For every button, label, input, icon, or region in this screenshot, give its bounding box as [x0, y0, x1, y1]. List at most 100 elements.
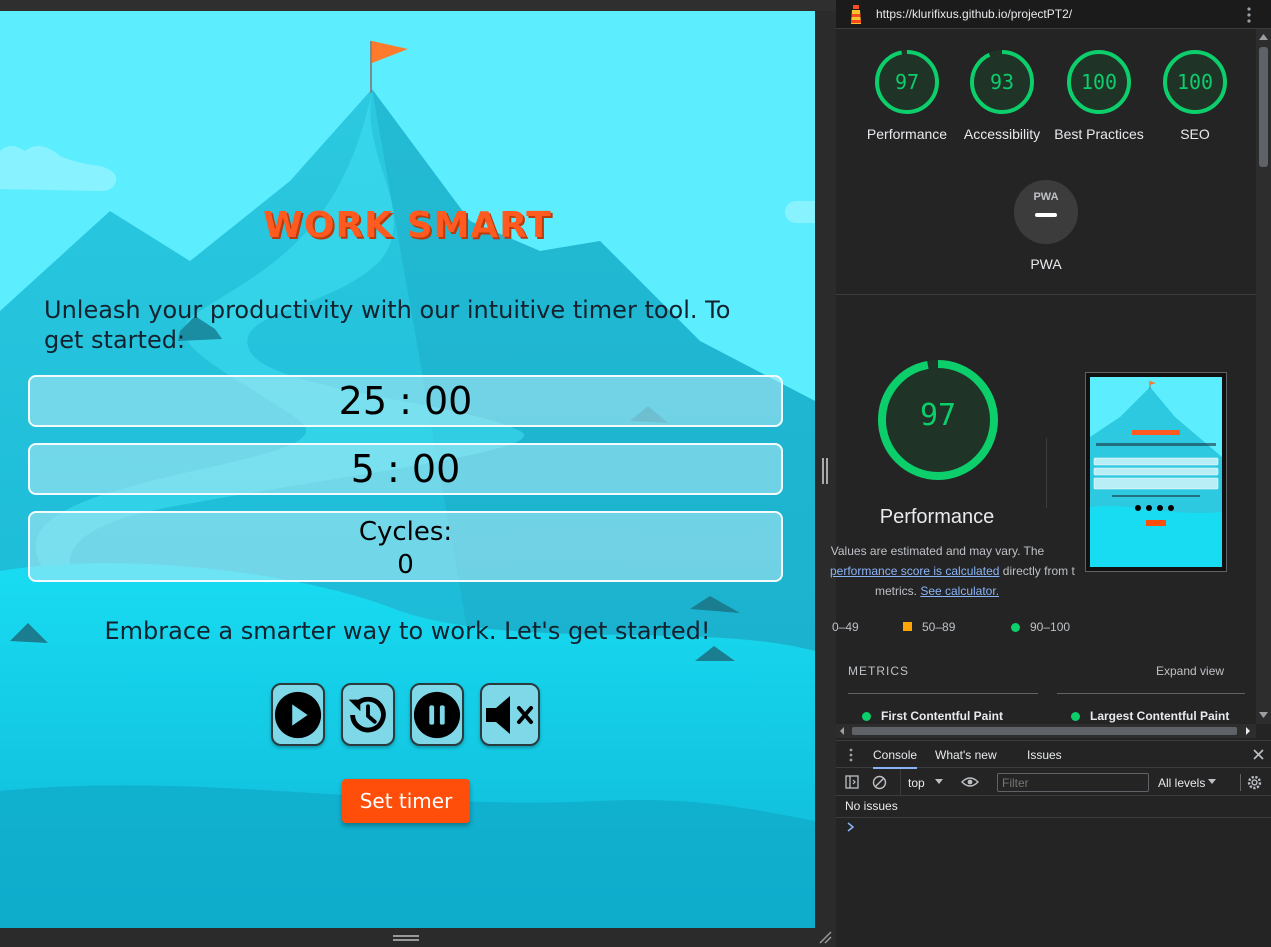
score-label: Accessibility	[963, 126, 1041, 142]
performance-big-score: 97	[919, 398, 957, 433]
toolbar-separator	[1240, 774, 1241, 791]
estimate-note-2-text: directly from these	[1002, 564, 1075, 578]
score-value: 100	[1176, 70, 1214, 94]
score-value: 93	[989, 70, 1015, 94]
chevron-down-icon	[935, 779, 943, 784]
context-value: top	[908, 776, 925, 790]
mute-button[interactable]	[480, 683, 540, 746]
estimate-note-2: performance score is calculated directly…	[830, 561, 1075, 581]
performance-big-label: Performance	[879, 506, 995, 528]
legend-average-label: 50–89	[922, 620, 956, 634]
cycles-value: 0	[397, 550, 414, 580]
context-selector[interactable]: top	[900, 769, 960, 796]
page-viewport: WORK SMART Unleash your productivity wit…	[0, 0, 836, 947]
tagline: Embrace a smarter way to work. Let's get…	[104, 617, 711, 645]
average-square-icon	[903, 622, 912, 631]
vertical-scrollbar[interactable]	[1256, 29, 1271, 724]
console-toolbar: top All levels	[836, 769, 1271, 796]
clear-console-icon[interactable]	[872, 775, 887, 790]
metrics-divider-right	[1057, 693, 1245, 694]
cycles-label: Cycles:	[358, 517, 453, 547]
pass-dot-icon	[1011, 623, 1020, 632]
pass-dot-icon	[1071, 712, 1080, 721]
tab-console[interactable]: Console	[873, 748, 918, 769]
reset-history-icon	[348, 696, 386, 732]
chevron-down-icon	[1208, 779, 1216, 784]
no-issues-text: No issues	[845, 799, 898, 813]
scroll-down-icon[interactable]	[1259, 711, 1268, 719]
pwa-gauge[interactable]: PWA	[1014, 180, 1078, 244]
sidebar-toggle-icon[interactable]	[845, 775, 859, 789]
corner-resize-grip-icon[interactable]	[818, 930, 832, 944]
work-timer-display[interactable]: 25 : 00	[28, 375, 783, 427]
break-timer-display[interactable]: 5 : 00	[28, 443, 783, 495]
page-title: WORK SMART	[263, 205, 552, 246]
more-options-icon[interactable]	[1244, 6, 1254, 24]
tab-whats-new[interactable]: What's new	[935, 748, 997, 762]
metrics-text: metrics.	[874, 584, 917, 598]
estimate-note-3: metrics. See calculator.	[836, 581, 1038, 601]
drawer-tabbar: Console What's new Issues	[836, 741, 1271, 769]
page-screenshot-thumbnail[interactable]	[1085, 372, 1227, 572]
viewport-top-strip	[0, 0, 836, 11]
metric-lcp-label: Largest Contentful Paint	[1090, 709, 1230, 723]
console-settings-gear-icon[interactable]	[1246, 774, 1263, 791]
score-value: 97	[894, 70, 920, 94]
pwa-dash-icon	[1035, 213, 1057, 217]
horizontal-scrollbar[interactable]	[836, 724, 1256, 738]
score-calculated-link[interactable]: performance score is calculated	[830, 564, 999, 578]
legend-fail: 0–49	[832, 620, 859, 634]
reset-button[interactable]	[341, 683, 395, 746]
set-timer-button[interactable]: Set timer	[342, 779, 470, 823]
score-label: Performance	[866, 126, 948, 142]
vertical-resize-grip-icon[interactable]	[822, 458, 828, 484]
metric-fcp-label: First Contentful Paint	[881, 709, 1003, 723]
pwa-label: PWA	[1030, 256, 1062, 272]
legend-pass: 90–100	[1011, 620, 1070, 634]
lighthouse-icon	[851, 5, 861, 24]
report-url[interactable]: https://klurifixus.github.io/projectPT2/	[876, 7, 1072, 21]
console-filter-input[interactable]	[997, 773, 1149, 792]
log-levels-dropdown[interactable]: All levels	[1156, 769, 1218, 796]
score-label: SEO	[1180, 126, 1210, 142]
horizontal-scroll-thumb[interactable]	[852, 727, 1237, 735]
tab-issues[interactable]: Issues	[1027, 748, 1062, 762]
horizontal-resize-grip-icon[interactable]	[393, 935, 419, 941]
drawer-menu-icon[interactable]	[848, 748, 854, 762]
devtools-panel: https://klurifixus.github.io/projectPT2/…	[830, 0, 1271, 947]
console-divider	[836, 817, 1271, 818]
mute-icon	[486, 695, 533, 734]
vertical-separator	[1046, 438, 1047, 508]
work-smart-page: WORK SMART Unleash your productivity wit…	[0, 11, 815, 928]
score-value: 100	[1080, 70, 1118, 94]
console-prompt-chevron-icon[interactable]	[847, 822, 855, 832]
legend-average: 50–89	[903, 620, 955, 634]
live-expression-eye-icon[interactable]	[961, 776, 979, 788]
console-drawer: Console What's new Issues top All	[836, 740, 1271, 947]
scroll-left-icon[interactable]	[838, 727, 846, 735]
play-button[interactable]	[271, 683, 325, 746]
play-icon	[274, 691, 322, 738]
legend-pass-label: 90–100	[1030, 620, 1071, 634]
lighthouse-report-header: https://klurifixus.github.io/projectPT2/	[836, 0, 1271, 29]
metrics-heading: METRICS	[848, 664, 909, 678]
scroll-right-icon[interactable]	[1244, 727, 1252, 735]
metrics-divider-left	[848, 693, 1038, 694]
vertical-scroll-thumb[interactable]	[1259, 47, 1268, 167]
pause-icon	[413, 691, 461, 738]
close-drawer-icon[interactable]	[1253, 749, 1264, 760]
pause-button[interactable]	[410, 683, 464, 746]
expand-view-button[interactable]: Expand view	[1156, 664, 1224, 678]
score-label: Best Practices	[1054, 126, 1144, 142]
estimate-note-1: Values are estimated and may vary. The	[830, 544, 1045, 558]
pwa-badge-text: PWA	[1033, 191, 1059, 203]
intro-text: Unleash your productivity with our intui…	[44, 296, 731, 354]
metric-lcp: Largest Contentful Paint	[1071, 709, 1229, 723]
log-levels-value: All levels	[1158, 776, 1206, 790]
scroll-up-icon[interactable]	[1259, 33, 1268, 41]
pass-dot-icon	[862, 712, 871, 721]
see-calculator-link[interactable]: See calculator.	[920, 584, 999, 598]
metric-fcp: First Contentful Paint	[862, 709, 1003, 723]
cycles-display: Cycles: 0	[28, 511, 783, 582]
section-divider	[836, 294, 1256, 295]
